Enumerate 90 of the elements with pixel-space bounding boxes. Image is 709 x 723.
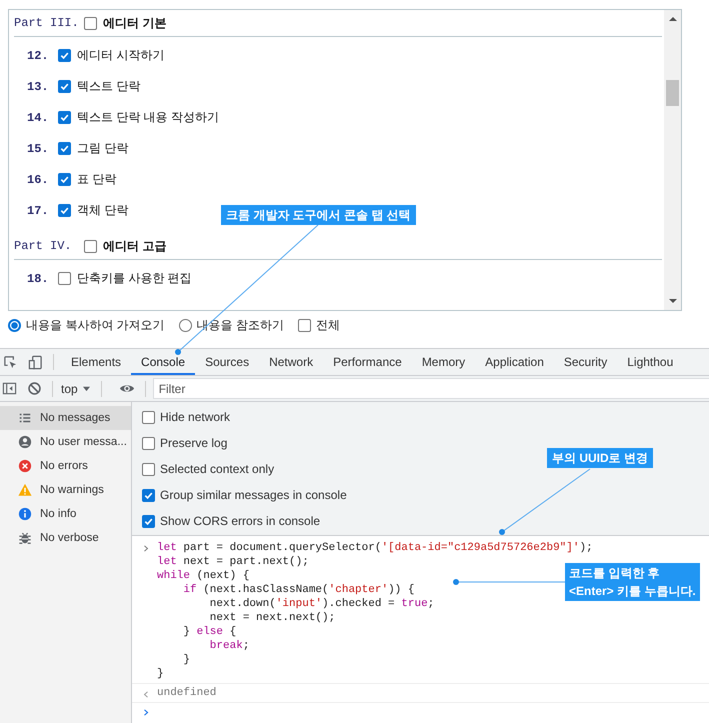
error-icon [18,459,32,473]
warning-icon [18,483,32,497]
code-line: let part = document.querySelector('[data-id="c129a5d75726e2b9"]'); [157,541,593,555]
option-label: 내용을 복사하여 가져오기 [26,316,165,334]
chapter-number: 12. [27,48,50,62]
devtools-tab[interactable]: Sources [195,349,260,375]
scroll-up-icon[interactable] [668,16,676,22]
chapter-number: 16. [27,172,50,186]
clear-icon[interactable] [27,381,42,396]
setting-label: Show CORS errors in console [160,514,320,528]
devtools-tab[interactable]: Lighthou [617,349,684,375]
list-icon [18,411,32,425]
chapter-number: 17. [27,204,50,218]
prompt-icon [143,708,149,717]
chapter-title: 그림 단락 [77,140,128,157]
chapter-number: 13. [27,80,50,94]
checkbox[interactable] [58,142,71,155]
chapter-title: 텍스트 단락 내용 작성하기 [77,109,220,126]
chapter-number: 14. [27,110,50,124]
checkbox[interactable] [142,462,155,476]
code-line: next.down('input').checked = true; [208,597,434,611]
checkbox[interactable] [142,488,155,502]
scrollbar[interactable] [664,10,681,310]
info-icon [18,507,32,521]
chapter-title: 에디터 시작하기 [77,47,164,64]
chapter-number: 18. [27,272,50,286]
bug-icon [18,531,32,545]
chapter-number: 15. [27,142,50,156]
checkbox[interactable] [58,80,71,93]
code-line: while (next) { [157,569,250,583]
devtools-tab[interactable]: Security [554,349,618,375]
devtools-tab[interactable]: Application [475,349,554,375]
return-icon [143,690,149,699]
code-line: } else { [182,625,236,639]
setting-label: Hide network [160,410,230,424]
scroll-thumb[interactable] [666,80,679,106]
chapter-title: 텍스트 단락 [77,78,140,95]
code-line: break; [208,639,250,653]
part-label: Part IV. [14,239,73,253]
device-icon[interactable] [28,354,43,370]
checkbox[interactable] [84,240,97,252]
option-label: 전체 [316,316,340,334]
checkbox[interactable] [58,272,71,285]
radio-button[interactable] [8,318,21,332]
part-title: 에디터 기본 [103,14,166,32]
checkbox[interactable] [58,111,71,124]
checkbox[interactable] [142,410,155,424]
caret-icon [82,385,91,392]
checkbox[interactable] [84,16,97,30]
code-line: if (next.hasClassName('chapter')) { [182,583,414,597]
sidebar-item[interactable]: No errors [0,454,131,478]
filter-field[interactable]: Filter [152,378,709,399]
sidebar-item[interactable]: No user messa... [0,430,131,454]
radio-button[interactable] [178,318,192,332]
part-title: 에디터 고급 [103,238,166,254]
checkbox[interactable] [298,318,312,332]
callout-label: 크롬 개발자 도구에서 콘솔 탭 선택 [221,205,416,225]
callout-label: 코드를 입력한 후 <Enter> 키를 누릅니다. [565,563,700,601]
callout-label: 부의 UUID로 변경 [547,448,653,468]
code-line: } [182,653,190,667]
part-label: Part III. [14,16,80,30]
sidebar-item[interactable]: No info [0,502,131,526]
scroll-down-icon[interactable] [668,298,676,304]
devtools-tab[interactable]: Elements [61,349,132,375]
code-line: let next = part.next(); [157,555,309,569]
code-line: } [157,667,164,681]
checkbox[interactable] [142,514,155,528]
chapter-title: 객체 단락 [77,202,128,219]
sidebar-toggle-icon[interactable] [2,381,17,396]
result-text: undefined [157,687,216,699]
user-icon [18,435,32,449]
devtools-tab[interactable]: Network [259,349,324,375]
sidebar-item[interactable]: No messages [0,406,131,430]
code-line: next = next.next(); [208,611,336,625]
checkbox[interactable] [58,204,71,217]
setting-label: Preserve log [160,436,228,450]
checkbox[interactable] [142,436,155,450]
context-dropdown[interactable]: top [60,382,91,396]
checkbox[interactable] [58,173,71,186]
setting-label: Selected context only [160,462,274,476]
prompt-icon [143,544,149,553]
chapter-title: 표 단락 [77,171,116,188]
sidebar-item[interactable]: No verbose [0,526,131,550]
devtools-tab[interactable]: Performance [323,349,412,375]
sidebar-item[interactable]: No warnings [0,478,131,502]
chapter-title: 단축키를 사용한 편집 [77,270,192,287]
devtools-tab[interactable]: Memory [412,349,476,375]
checkbox[interactable] [58,49,71,62]
setting-label: Group similar messages in console [160,488,347,502]
inspect-icon[interactable] [3,354,18,370]
